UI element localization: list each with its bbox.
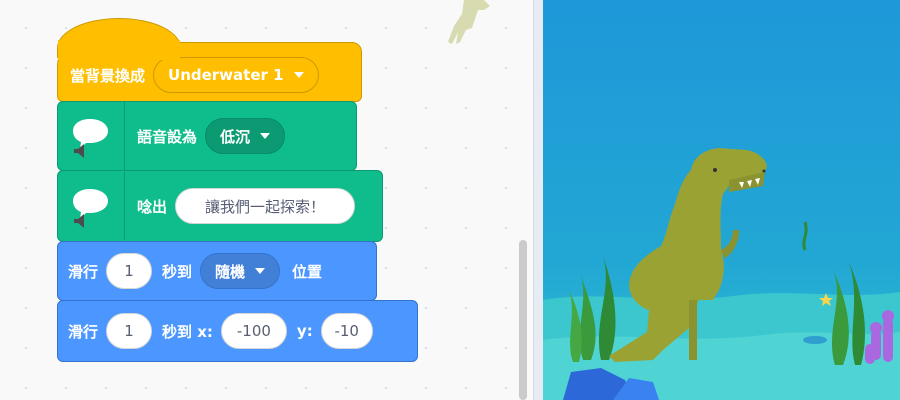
chevron-down-icon bbox=[255, 268, 266, 274]
voice-dropdown[interactable]: 低沉 bbox=[205, 118, 286, 154]
dinosaur-ghost-icon bbox=[448, 0, 490, 44]
glide-target-value: 隨機 bbox=[215, 262, 246, 281]
set-voice-label: 語音設為 bbox=[137, 127, 198, 146]
speak-label: 唸出 bbox=[137, 197, 168, 216]
hat-block-label: 當背景換成 bbox=[70, 66, 146, 85]
text-to-speech-extension-icon bbox=[58, 172, 125, 240]
code-area-scrollbar[interactable] bbox=[519, 240, 527, 400]
glide-seconds-input[interactable]: 1 bbox=[106, 253, 153, 289]
y-label: y: bbox=[296, 322, 313, 340]
glide-label: 滑行 bbox=[68, 322, 99, 341]
y-value: -10 bbox=[334, 322, 359, 340]
text-to-speech-extension-icon bbox=[58, 102, 125, 170]
seconds-to-x-label: 秒到 x: bbox=[162, 322, 213, 341]
backdrop-dropdown[interactable]: Underwater 1 bbox=[153, 57, 319, 93]
hat-cap-fill bbox=[58, 40, 180, 60]
stage-divider[interactable] bbox=[533, 0, 543, 400]
y-value-input[interactable]: -10 bbox=[320, 313, 373, 349]
x-value: -100 bbox=[236, 322, 271, 340]
position-label: 位置 bbox=[292, 262, 323, 281]
speak-text-value: 讓我們一起探索！ bbox=[205, 197, 326, 216]
voice-dropdown-value: 低沉 bbox=[220, 127, 251, 146]
set-voice-block[interactable]: 語音設為 低沉 bbox=[57, 101, 357, 171]
speech-bubble-speaker-icon bbox=[73, 189, 108, 228]
stage[interactable] bbox=[543, 0, 900, 400]
glide-target-dropdown[interactable]: 隨機 bbox=[200, 253, 281, 289]
glide-to-xy-block[interactable]: 滑行 1 秒到 x: -100 y: -10 bbox=[57, 300, 418, 362]
glide-label: 滑行 bbox=[68, 262, 99, 281]
seconds-to-label: 秒到 bbox=[162, 262, 193, 281]
glide-seconds-input[interactable]: 1 bbox=[106, 313, 153, 349]
chevron-down-icon bbox=[293, 72, 304, 78]
speak-block[interactable]: 唸出 讓我們一起探索！ bbox=[57, 170, 383, 242]
underwater-backdrop bbox=[543, 0, 900, 400]
speech-bubble-speaker-icon bbox=[73, 119, 108, 158]
code-area[interactable]: 當背景換成 Underwater 1 語音設為 低沉 唸出 讓我們一起探索！ 滑… bbox=[0, 0, 533, 400]
speak-text-input[interactable]: 讓我們一起探索！ bbox=[175, 188, 356, 224]
backdrop-dropdown-value: Underwater 1 bbox=[168, 66, 284, 84]
glide-seconds-value: 1 bbox=[124, 262, 134, 280]
chevron-down-icon bbox=[260, 133, 271, 139]
x-value-input[interactable]: -100 bbox=[220, 313, 287, 349]
glide-to-random-block[interactable]: 滑行 1 秒到 隨機 位置 bbox=[57, 241, 377, 301]
glide-seconds-value: 1 bbox=[124, 322, 134, 340]
